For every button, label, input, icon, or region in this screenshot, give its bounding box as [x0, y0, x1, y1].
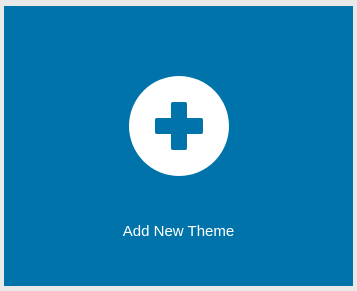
- add-new-theme-label: Add New Theme: [122, 223, 235, 240]
- add-new-theme-card[interactable]: Add New Theme: [4, 6, 353, 286]
- plus-icon: [129, 76, 229, 176]
- plus-icon-glyph: [155, 102, 203, 150]
